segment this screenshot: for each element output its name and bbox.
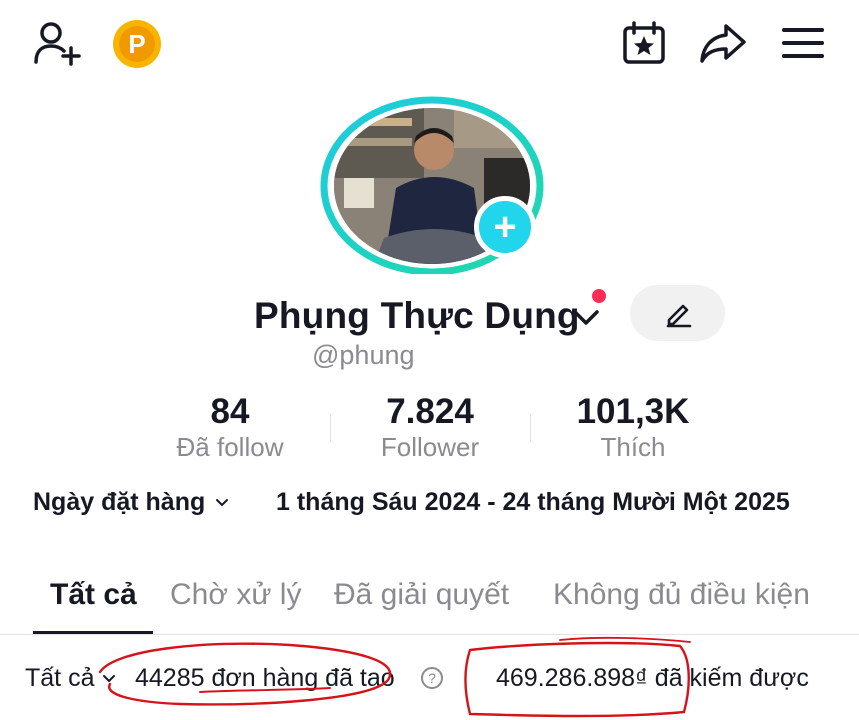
notification-dot	[592, 289, 606, 303]
summary-filter-label: Tất cả	[25, 664, 95, 692]
username-redaction	[425, 346, 550, 370]
stat-label: Thích	[600, 432, 666, 462]
stat-value: 84	[210, 392, 250, 431]
tab-all[interactable]: Tất cả	[50, 578, 137, 612]
coin-icon: P	[119, 26, 155, 62]
status-tabs: Tất cả Chờ xử lý Đã giải quyết Không đủ …	[0, 572, 859, 636]
help-icon[interactable]: ?	[421, 667, 443, 689]
chevron-down-icon	[103, 674, 116, 682]
coin-button[interactable]: P	[113, 20, 161, 68]
display-name: Phụng Thực Dụng	[254, 295, 580, 336]
summary-filter-dropdown[interactable]: Tất cả	[25, 664, 116, 693]
profile-avatar[interactable]: +	[318, 94, 546, 274]
tab-ineligible[interactable]: Không đủ điều kiện	[553, 578, 810, 612]
order-summary: Tất cả 44285 đơn hàng đã tạo ? 469.286.8…	[0, 650, 859, 710]
stat-value: 7.824	[386, 392, 474, 431]
calendar-star-icon	[623, 21, 665, 64]
share-button[interactable]	[696, 18, 750, 68]
stat-label: Follower	[380, 432, 480, 462]
top-bar: P	[0, 0, 859, 90]
tab-resolved[interactable]: Đã giải quyết	[334, 578, 509, 612]
chevron-down-icon[interactable]	[570, 303, 602, 331]
stat-divider	[530, 414, 531, 442]
earnings-total: 469.286.898₫ đã kiếm được	[496, 664, 809, 692]
stat-following[interactable]: 84 Đã follow	[150, 392, 310, 463]
order-date-filter[interactable]: Ngày đặt hàng	[33, 488, 229, 517]
add-story-button[interactable]: +	[474, 196, 536, 258]
orders-created-count: 44285 đơn hàng đã tạo	[135, 664, 395, 692]
profile-stats: 84 Đã follow 7.824 Follower 101,3K Thích	[0, 392, 859, 472]
calendar-button[interactable]	[618, 18, 670, 68]
edit-profile-button[interactable]	[630, 285, 725, 341]
menu-button[interactable]	[776, 18, 830, 68]
profile-name-row: Phụng Thực Dụng	[0, 285, 859, 345]
date-range-filter[interactable]: 1 tháng Sáu 2024 - 24 tháng Mười Một 202…	[276, 488, 790, 517]
tabs-divider	[0, 634, 859, 635]
date-range-label: 1 tháng Sáu 2024 - 24 tháng Mười Một 202…	[276, 488, 790, 516]
chevron-down-icon	[216, 498, 229, 506]
pencil-icon	[666, 304, 691, 328]
stat-followers[interactable]: 7.824 Follower	[350, 392, 510, 463]
order-date-label: Ngày đặt hàng	[33, 488, 206, 516]
stat-divider	[330, 414, 331, 442]
username: @phung	[312, 340, 415, 370]
stat-value: 101,3K	[576, 392, 690, 431]
filter-row: Ngày đặt hàng 1 tháng Sáu 2024 - 24 thán…	[0, 484, 859, 524]
stat-likes[interactable]: 101,3K Thích	[548, 392, 718, 463]
stat-label: Đã follow	[176, 432, 284, 462]
add-user-icon	[34, 22, 81, 66]
add-user-button[interactable]	[30, 18, 86, 68]
hamburger-menu-icon	[782, 28, 824, 58]
tab-pending[interactable]: Chờ xử lý	[170, 578, 301, 612]
share-icon	[700, 24, 746, 63]
